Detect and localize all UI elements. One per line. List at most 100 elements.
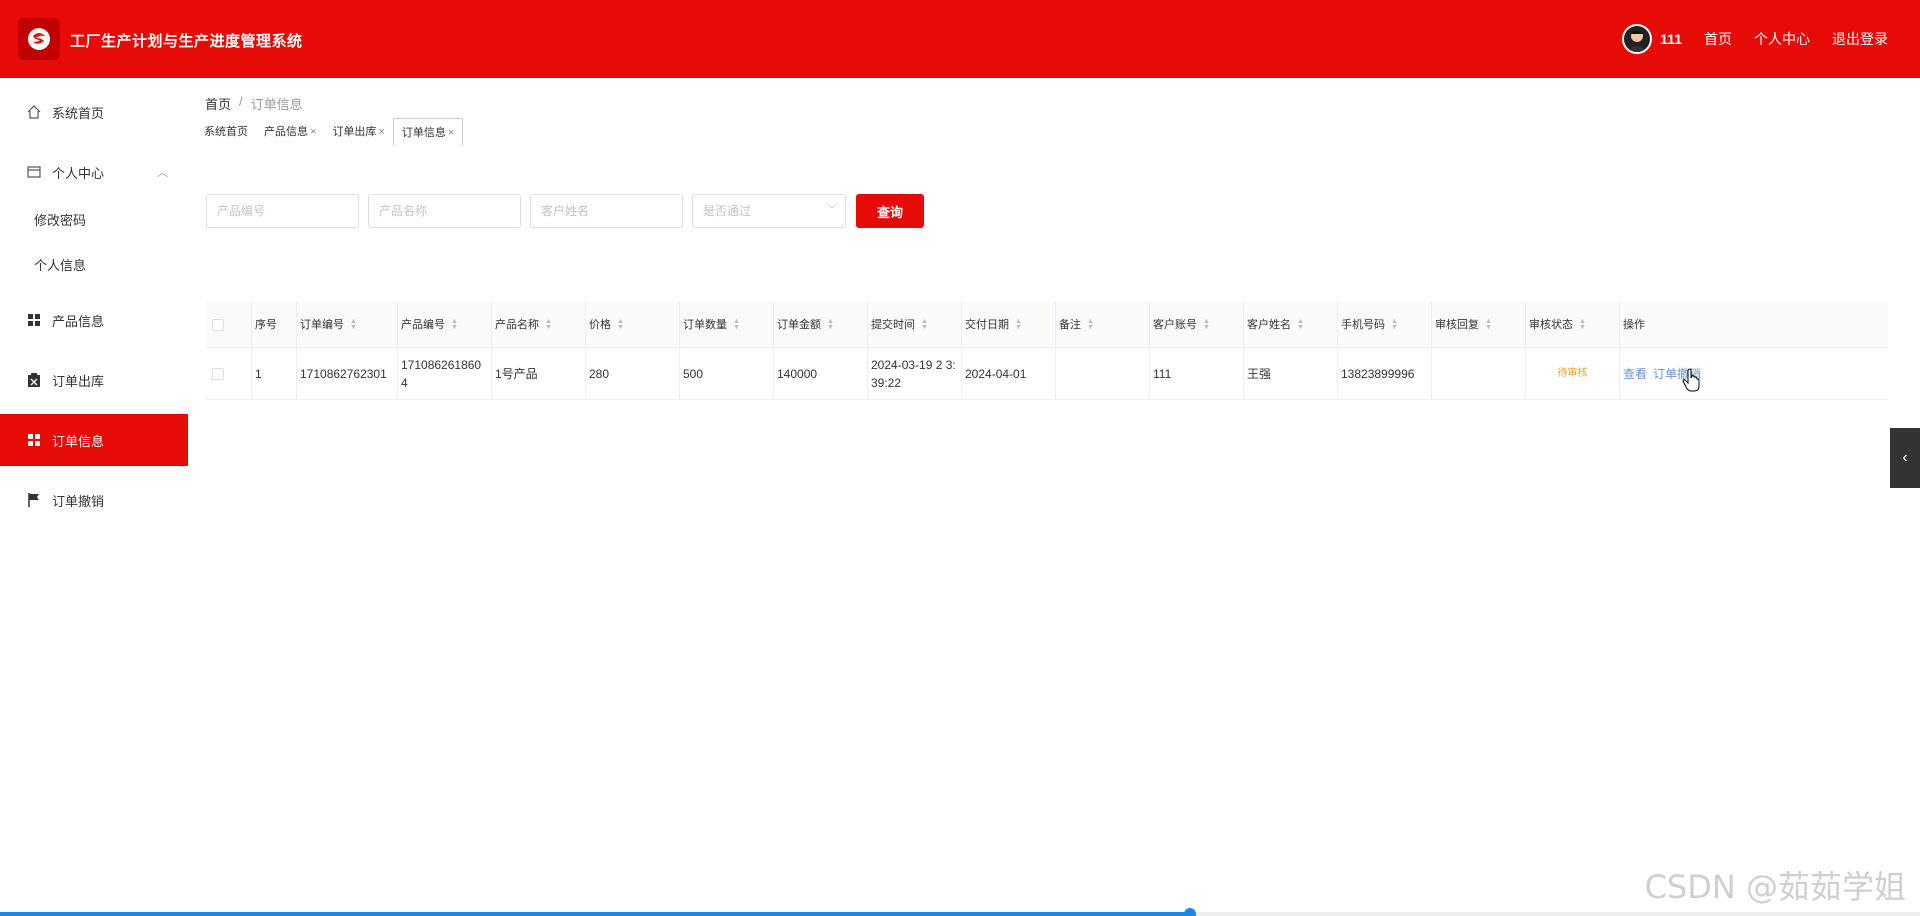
sidebar-item-product-info[interactable]: 产品信息 <box>0 294 188 346</box>
progress-handle[interactable] <box>1184 908 1197 916</box>
view-link[interactable]: 查看 <box>1623 365 1647 383</box>
logout-link[interactable]: 退出登录 <box>1832 29 1888 49</box>
customer-name-input[interactable]: 客户姓名 <box>530 194 683 228</box>
column-header[interactable]: 交付日期 ▲ ▼ <box>962 302 1056 347</box>
close-icon[interactable]: × <box>310 126 316 138</box>
sort-icon[interactable]: ▲ ▼ <box>1579 318 1586 331</box>
sidebar-item-label: 订单信息 <box>52 433 105 449</box>
sidebar-item-order-info[interactable]: 订单信息 <box>0 414 188 466</box>
sidebar-subitem-personal-info[interactable]: 个人信息 <box>34 255 86 274</box>
tab-order-info[interactable]: 订单信息 × <box>392 118 464 146</box>
sort-icon[interactable]: ▲ ▼ <box>350 318 357 331</box>
sidebar-subitem-change-password[interactable]: 修改密码 <box>34 210 86 229</box>
column-header[interactable]: 产品编号 ▲ ▼ <box>398 302 492 347</box>
column-header[interactable]: 订单数量 ▲ ▼ <box>680 302 774 347</box>
tab-label: 系统首页 <box>204 126 248 138</box>
column-header[interactable]: 客户姓名 ▲ ▼ <box>1244 302 1338 347</box>
grid-icon <box>26 432 42 448</box>
actions-cell: 查看 订单撤销 <box>1620 348 1884 399</box>
breadcrumb-separator: / <box>239 94 243 109</box>
sort-icon[interactable]: ▲ ▼ <box>545 318 552 331</box>
table-cell: 2024-03-19 2 3:39:22 <box>868 348 962 399</box>
approved-select[interactable]: 是否通过 ﹀ <box>692 194 846 228</box>
sort-icon[interactable]: ▲ ▼ <box>1391 318 1398 331</box>
column-header-label: 交付日期 <box>965 318 1009 331</box>
column-header[interactable]: 提交时间 ▲ ▼ <box>868 302 962 347</box>
logo-icon <box>18 18 60 60</box>
column-header-label: 备注 <box>1059 318 1081 331</box>
collapse-toggle-chevron-left-icon[interactable]: ‹ <box>1890 428 1920 488</box>
sort-icon[interactable]: ▲ ▼ <box>451 318 458 331</box>
column-header[interactable]: 手机号码 ▲ ▼ <box>1338 302 1432 347</box>
column-header-label: 审核状态 <box>1529 318 1573 331</box>
table-cell: 171086261860 4 <box>398 348 492 399</box>
sort-icon[interactable]: ▲ ▼ <box>1297 318 1304 331</box>
breadcrumb-home[interactable]: 首页 <box>205 94 231 113</box>
column-header[interactable]: 审核回复 ▲ ▼ <box>1432 302 1526 347</box>
column-header[interactable]: 备注 ▲ ▼ <box>1056 302 1150 347</box>
username: 111 <box>1660 31 1682 47</box>
grid-icon <box>26 312 42 328</box>
sort-icon[interactable]: ▲ ▼ <box>733 318 740 331</box>
product-no-input[interactable]: 产品编号 <box>206 194 359 228</box>
column-header[interactable]: 订单金额 ▲ ▼ <box>774 302 868 347</box>
playback-progress-bar[interactable] <box>0 908 1920 916</box>
sort-icon[interactable]: ▲ ▼ <box>1203 318 1210 331</box>
column-header-label: 订单编号 <box>300 318 344 331</box>
sidebar-item-label: 个人中心 <box>52 165 105 181</box>
table-cell: 王强 <box>1244 348 1338 399</box>
sort-icon[interactable]: ▲ ▼ <box>921 318 928 331</box>
table-row: 1 1710862762301 171086261860 4 1号产品 280 … <box>206 348 1888 400</box>
column-header-label: 手机号码 <box>1341 318 1385 331</box>
tab-system-home[interactable]: 系统首页 <box>196 118 256 146</box>
tab-label: 订单信息 <box>401 127 446 139</box>
column-header[interactable]: 审核状态 ▲ ▼ <box>1526 302 1620 347</box>
clipboard-icon <box>26 372 42 388</box>
column-header-label: 提交时间 <box>871 318 915 331</box>
column-header-label: 客户姓名 <box>1247 318 1291 331</box>
home-icon <box>26 104 42 120</box>
row-checkbox-cell[interactable] <box>206 348 252 399</box>
sort-icon[interactable]: ▲ ▼ <box>617 318 624 331</box>
table-header: 序号 订单编号 ▲ ▼ 产品编号 ▲ ▼ 产品名称 ▲ ▼ 价格 ▲ ▼ 订单数量 ▲ ▼ 订单金额… <box>206 302 1888 348</box>
tab-order-outbound[interactable]: 订单出库 × <box>324 118 392 146</box>
table-cell <box>1056 348 1150 399</box>
sidebar-item-order-cancel[interactable]: 订单撤销 <box>0 474 188 526</box>
status-badge: 待审核 <box>1526 348 1620 399</box>
sidebar-item-personal-center[interactable]: 个人中心 ︿ <box>0 146 188 198</box>
table-cell: 111 <box>1150 348 1244 399</box>
column-header: 操作 <box>1620 302 1884 347</box>
sidebar-item-home[interactable]: 系统首页 <box>0 86 188 138</box>
column-header-label: 价格 <box>589 318 611 331</box>
query-button[interactable]: 查询 <box>856 194 924 228</box>
column-header[interactable]: 产品名称 ▲ ▼ <box>492 302 586 347</box>
select-all-checkbox[interactable] <box>212 318 224 331</box>
column-header-label: 审核回复 <box>1435 318 1479 331</box>
avatar[interactable] <box>1622 24 1653 54</box>
close-icon[interactable]: × <box>378 126 384 138</box>
profile-center-link[interactable]: 个人中心 <box>1754 29 1810 49</box>
select-all-checkbox-cell[interactable] <box>206 302 252 347</box>
home-link[interactable]: 首页 <box>1704 29 1732 49</box>
table-cell: 2024-04-01 <box>962 348 1056 399</box>
column-header[interactable]: 订单编号 ▲ ▼ <box>297 302 398 347</box>
sidebar-item-order-outbound[interactable]: 订单出库 <box>0 354 188 406</box>
row-checkbox[interactable] <box>212 367 224 380</box>
sort-icon[interactable]: ▲ ▼ <box>1015 318 1022 331</box>
sort-icon[interactable]: ▲ ▼ <box>1087 318 1094 331</box>
table-cell: 1710862762301 <box>297 348 398 399</box>
column-header-label: 产品编号 <box>401 318 445 331</box>
sidebar-item-label: 系统首页 <box>52 105 105 121</box>
sort-icon[interactable]: ▲ ▼ <box>827 318 834 331</box>
sort-icon[interactable]: ▲ ▼ <box>1485 318 1492 331</box>
chevron-up-icon: ︿ <box>157 167 168 179</box>
tab-label: 产品信息 <box>264 126 308 138</box>
column-header[interactable]: 客户账号 ▲ ▼ <box>1150 302 1244 347</box>
product-name-input[interactable]: 产品名称 <box>368 194 521 228</box>
tab-product-info[interactable]: 产品信息 × <box>256 118 324 146</box>
column-header[interactable]: 价格 ▲ ▼ <box>586 302 680 347</box>
app-title: 工厂生产计划与生产进度管理系统 <box>70 33 303 50</box>
sidebar-item-label: 订单出库 <box>52 373 105 389</box>
close-icon[interactable]: × <box>448 127 454 139</box>
sidebar: 系统首页 个人中心 ︿ 修改密码 个人信息 产品信息 订单出库 订单信息 订单撤… <box>0 78 188 916</box>
